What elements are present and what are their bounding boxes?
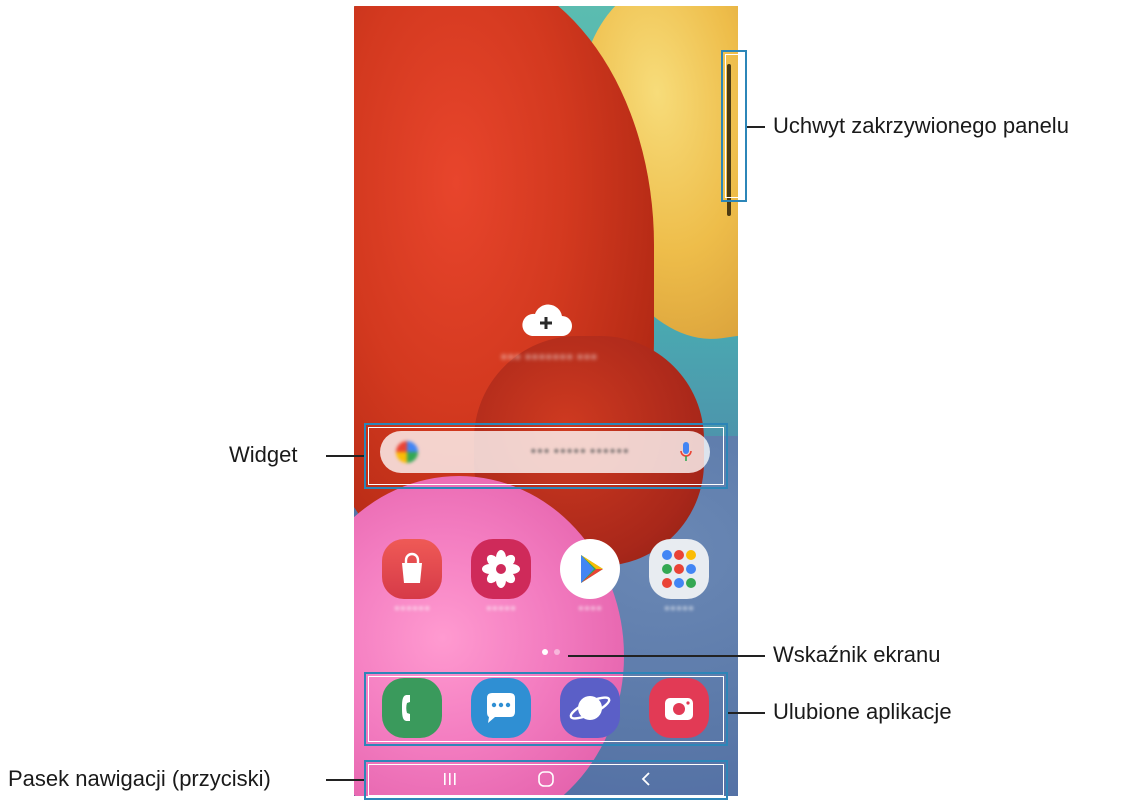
widget-callout-box (364, 423, 728, 489)
nav-bar-callout-box (364, 760, 728, 800)
widget-leader-line (326, 455, 364, 457)
favorite-apps-label: Ulubione aplikacje (773, 699, 952, 724)
favorite-apps-leader-line (728, 712, 765, 714)
galaxy-store-icon[interactable] (382, 539, 442, 599)
gallery-icon[interactable] (471, 539, 531, 599)
widget-label: Widget (229, 442, 298, 467)
app-label: ●●●●●● (393, 603, 431, 614)
page-indicator-dot-active (542, 649, 548, 655)
nav-bar-leader-line (326, 779, 364, 781)
play-store-icon[interactable] (560, 539, 620, 599)
page-indicator-leader-line (568, 655, 765, 657)
edge-panel-handle-label: Uchwyt zakrzywionego panelu (773, 113, 1069, 138)
app-label: ●●●●● (663, 603, 695, 614)
navigation-bar-label: Pasek nawigacji (przyciski) (8, 766, 271, 791)
google-folder-icon[interactable] (649, 539, 709, 599)
page-indicator-label: Wskaźnik ekranu (773, 642, 941, 667)
cloud-plus-icon[interactable] (520, 304, 572, 338)
edge-handle-callout-box (721, 50, 747, 202)
edge-handle-leader-line (747, 126, 765, 128)
app-label: ●●●●● (485, 603, 517, 614)
app-label: ●●●● (577, 603, 603, 614)
page-indicator-dot (554, 649, 560, 655)
favorite-apps-callout-box (364, 672, 728, 746)
weather-placeholder-text[interactable]: ●●● ●●●●●●● ●●● (464, 351, 634, 363)
